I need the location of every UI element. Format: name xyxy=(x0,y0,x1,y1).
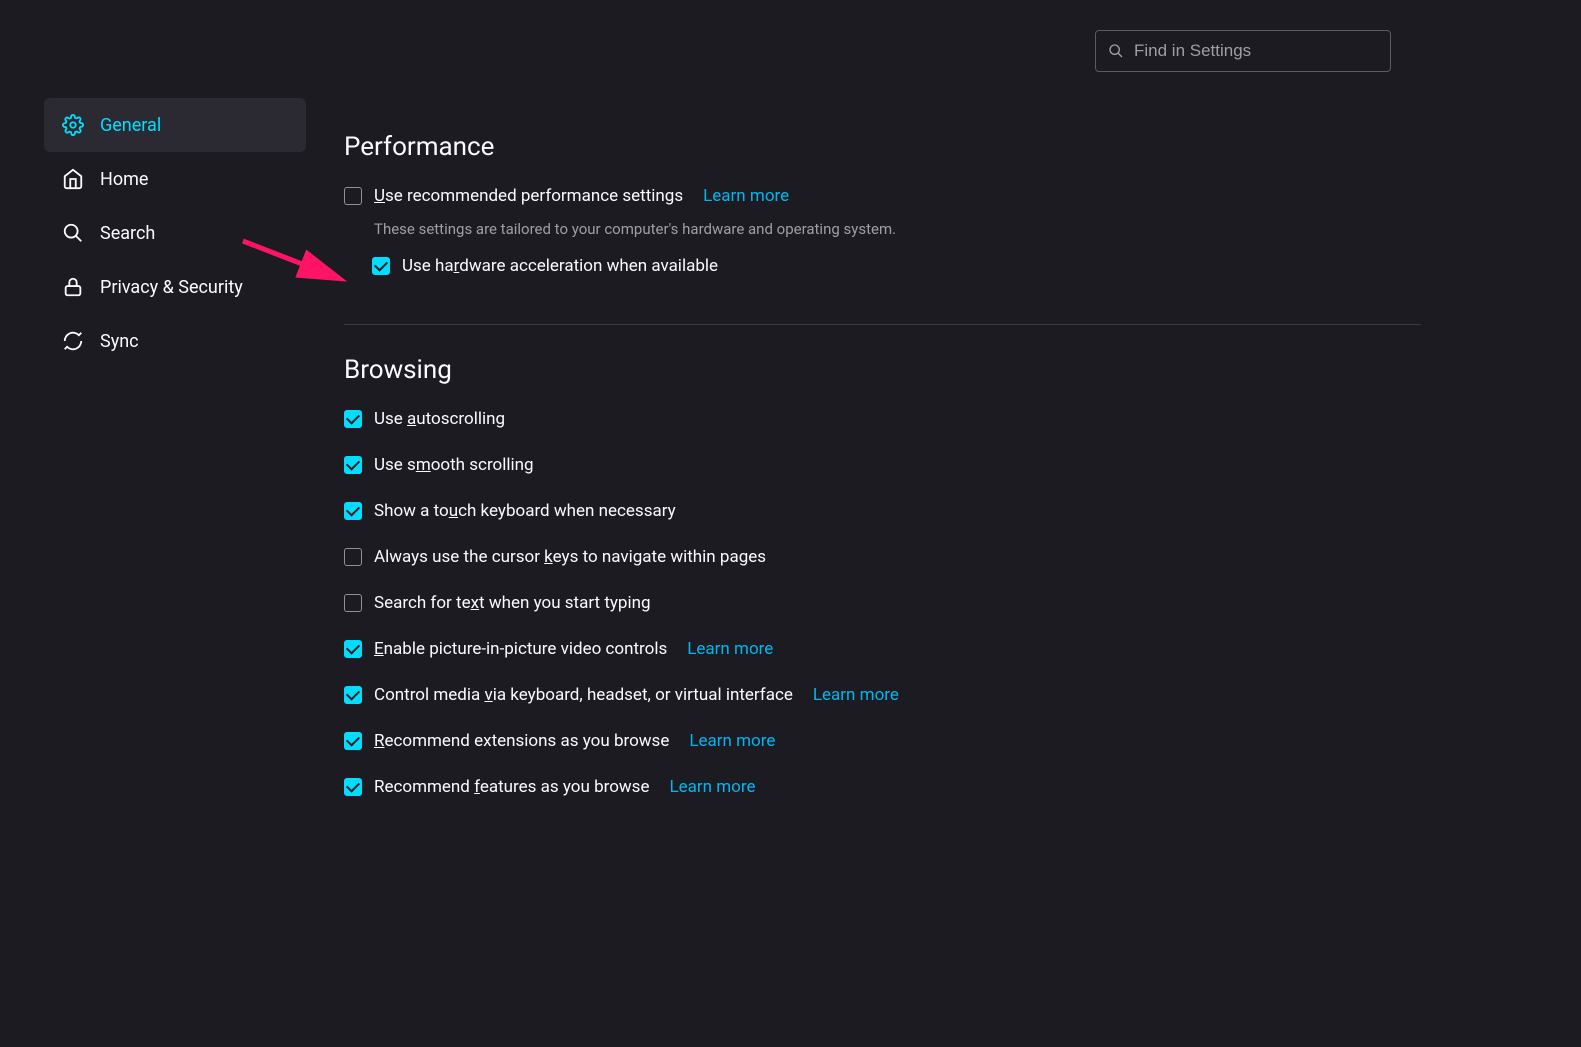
browsing-row-1[interactable]: Use smooth scrolling xyxy=(344,455,1421,475)
performance-heading: Performance xyxy=(344,132,1421,162)
browsing-checkbox-3[interactable] xyxy=(344,548,362,566)
hw-accel-row[interactable]: Use hardware acceleration when available xyxy=(372,256,1421,276)
browsing-row-3[interactable]: Always use the cursor keys to navigate w… xyxy=(344,547,1421,567)
gear-icon xyxy=(62,114,84,136)
browsing-checkbox-5[interactable] xyxy=(344,640,362,658)
search-icon xyxy=(62,222,84,244)
browsing-row-8[interactable]: Recommend features as you browse Learn mo… xyxy=(344,777,1421,797)
browsing-label-0: Use autoscrolling xyxy=(374,409,505,429)
browsing-label-8: Recommend features as you browse xyxy=(374,777,649,797)
browsing-heading: Browsing xyxy=(344,355,1421,385)
learn-more-link[interactable]: Learn more xyxy=(703,186,789,206)
browsing-row-2[interactable]: Show a touch keyboard when necessary xyxy=(344,501,1421,521)
learn-more-link[interactable]: Learn more xyxy=(689,731,775,751)
home-icon xyxy=(62,168,84,190)
perf-description: These settings are tailored to your comp… xyxy=(374,220,1421,238)
search-icon xyxy=(1108,43,1124,59)
browsing-checkbox-8[interactable] xyxy=(344,778,362,796)
learn-more-link[interactable]: Learn more xyxy=(687,639,773,659)
sidebar-item-label: Home xyxy=(100,169,148,190)
sidebar-item-home[interactable]: Home xyxy=(44,152,306,206)
sidebar-item-general[interactable]: General xyxy=(44,98,306,152)
browsing-checkbox-1[interactable] xyxy=(344,456,362,474)
hw-accel-checkbox[interactable] xyxy=(372,257,390,275)
browsing-label-5: Enable picture-in-picture video controls xyxy=(374,639,667,659)
browsing-checkbox-2[interactable] xyxy=(344,502,362,520)
recommended-perf-row[interactable]: Use recommended performance settings Lea… xyxy=(344,186,1421,206)
browsing-checkbox-6[interactable] xyxy=(344,686,362,704)
search-input[interactable] xyxy=(1134,41,1378,61)
browsing-label-1: Use smooth scrolling xyxy=(374,455,534,475)
hw-accel-label: Use hardware acceleration when available xyxy=(402,256,718,276)
learn-more-link[interactable]: Learn more xyxy=(669,777,755,797)
browsing-label-7: Recommend extensions as you browse xyxy=(374,731,669,751)
browsing-checkbox-7[interactable] xyxy=(344,732,362,750)
sidebar-item-sync[interactable]: Sync xyxy=(44,314,306,368)
browsing-label-3: Always use the cursor keys to navigate w… xyxy=(374,547,766,567)
browsing-row-4[interactable]: Search for text when you start typing xyxy=(344,593,1421,613)
browsing-checkbox-4[interactable] xyxy=(344,594,362,612)
sidebar-item-label: General xyxy=(100,115,161,136)
browsing-checkbox-0[interactable] xyxy=(344,410,362,428)
sync-icon xyxy=(62,330,84,352)
browsing-row-6[interactable]: Control media via keyboard, headset, or … xyxy=(344,685,1421,705)
section-divider xyxy=(344,324,1421,325)
sidebar-item-label: Sync xyxy=(100,331,139,352)
browsing-row-7[interactable]: Recommend extensions as you browse Learn … xyxy=(344,731,1421,751)
browsing-label-2: Show a touch keyboard when necessary xyxy=(374,501,676,521)
sidebar-item-label: Search xyxy=(100,223,155,244)
main-content: Performance Use recommended performance … xyxy=(306,98,1581,823)
lock-icon xyxy=(62,276,84,298)
sidebar-item-privacy[interactable]: Privacy & Security xyxy=(44,260,306,314)
learn-more-link[interactable]: Learn more xyxy=(813,685,899,705)
search-box[interactable] xyxy=(1095,30,1391,72)
browsing-row-0[interactable]: Use autoscrolling xyxy=(344,409,1421,429)
recommended-perf-label: Use recommended performance settings xyxy=(374,186,683,206)
browsing-label-6: Control media via keyboard, headset, or … xyxy=(374,685,793,705)
browsing-row-5[interactable]: Enable picture-in-picture video controls… xyxy=(344,639,1421,659)
browsing-label-4: Search for text when you start typing xyxy=(374,593,651,613)
recommended-perf-checkbox[interactable] xyxy=(344,187,362,205)
sidebar: General Home Search Privacy & Security S… xyxy=(0,98,306,823)
sidebar-item-label: Privacy & Security xyxy=(100,277,243,298)
sidebar-item-search[interactable]: Search xyxy=(44,206,306,260)
